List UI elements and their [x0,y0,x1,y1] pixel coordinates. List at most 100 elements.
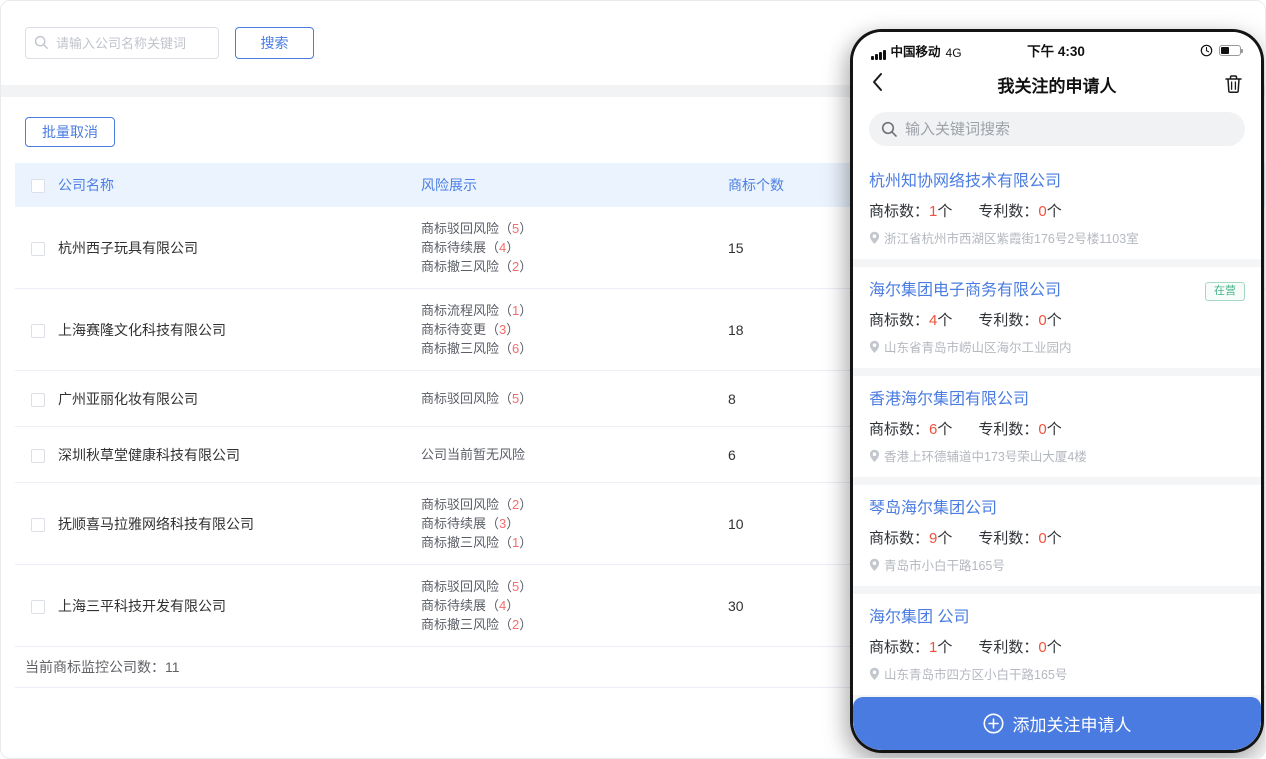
risk-paren: ） [519,617,532,632]
company-name: 深圳秋草堂健康科技有限公司 [58,427,421,483]
risk-label: 商标撤三风险 [421,259,499,274]
risk-line: 公司当前暂无风险 [421,445,728,464]
applicant-name[interactable]: 杭州知协网络技术有限公司 [869,171,1061,193]
row-checkbox[interactable] [31,324,45,338]
applicant-card-top: 海尔集团电子商务有限公司在营 [869,280,1245,302]
address-text: 青岛市小白干路165号 [884,555,1005,574]
applicant-name[interactable]: 海尔集团电子商务有限公司 [869,280,1061,302]
risk-paren: ） [506,322,519,337]
risk-line: 商标待续展（3） [421,514,728,533]
count-unit: 个 [937,530,952,547]
location-pin-icon [869,558,880,572]
trademark-count-label: 商标数： [869,421,929,438]
trademark-count-group: 商标数：6个 [869,421,952,438]
risk-line: 商标驳回风险（2） [421,495,728,514]
risk-line: 商标待续展（4） [421,238,728,257]
risk-label: 商标待续展 [421,598,486,613]
trademark-count-group: 商标数：4个 [869,312,952,329]
applicant-card[interactable]: 杭州知协网络技术有限公司商标数：1个专利数：0个浙江省杭州市西湖区紫霞街176号… [853,158,1261,259]
applicant-card[interactable]: 海尔集团 公司商标数：1个 专利数：0个山东青岛市四方区小白干路165号 [853,594,1261,695]
risk-label: 商标待续展 [421,516,486,531]
row-checkbox-cell [15,289,58,371]
applicant-list: 杭州知协网络技术有限公司商标数：1个专利数：0个浙江省杭州市西湖区紫霞街176号… [853,158,1261,750]
risk-paren: ） [506,598,519,613]
counts-line: 商标数：1个专利数：0个 [869,200,1245,221]
row-checkbox[interactable] [31,518,45,532]
network-label: 4G [946,46,962,60]
risk-display-cell: 商标驳回风险（2）商标待续展（3）商标撤三风险（1） [421,483,728,565]
risk-paren: ） [519,391,532,406]
phone-screen: 中国移动 4G 下午 4:30 我关注的申请人 [853,32,1261,750]
applicant-name[interactable]: 琴岛海尔集团公司 [869,498,997,520]
trademark-count-label: 商标数： [869,639,929,656]
row-checkbox[interactable] [31,600,45,614]
risk-label: 商标待变更 [421,322,486,337]
delete-button[interactable] [1203,74,1243,94]
risk-paren: ） [519,579,532,594]
patent-count-group: 专利数：0个 [978,203,1061,220]
select-all-checkbox[interactable] [31,179,45,193]
row-checkbox[interactable] [31,242,45,256]
applicant-card[interactable]: 琴岛海尔集团公司商标数：9个专利数：0个青岛市小白干路165号 [853,485,1261,586]
risk-display-cell: 商标驳回风险（5）商标待续展（4）商标撤三风险（2） [421,565,728,647]
address-text: 山东省青岛市崂山区海尔工业园内 [884,337,1072,356]
risk-paren: （ [499,497,512,512]
count-unit: 个 [937,421,952,438]
patent-count-value: 0 [1038,421,1046,438]
risk-paren: ） [506,516,519,531]
count-unit: 个 [1047,421,1062,438]
add-applicant-button[interactable]: 添加关注申请人 [853,697,1261,750]
patent-count-group: 专利数：0个 [978,312,1061,329]
address-text: 浙江省杭州市西湖区紫霞街176号2号楼1103室 [884,228,1139,247]
company-name: 杭州西子玩具有限公司 [58,207,421,289]
risk-line: 商标待续展（4） [421,596,728,615]
phone-search-input[interactable] [905,121,1233,138]
risk-paren: （ [499,617,512,632]
patent-count-label: 专利数： [978,530,1038,547]
address-line: 山东省青岛市崂山区海尔工业园内 [869,337,1245,356]
signal-strength-icon [871,50,886,60]
applicant-card[interactable]: 香港海尔集团有限公司商标数：6个专利数：0个香港上环德辅道中173号荣山大厦4楼 [853,376,1261,477]
column-header-risk: 风险展示 [421,163,728,207]
risk-display-cell: 公司当前暂无风险 [421,427,728,483]
row-checkbox[interactable] [31,449,45,463]
risk-line: 商标驳回风险（5） [421,577,728,596]
risk-label: 商标驳回风险 [421,391,499,406]
risk-label: 公司当前暂无风险 [421,447,525,462]
counts-line: 商标数：4个 专利数：0个 [869,309,1245,330]
phone-search-box [869,112,1245,146]
location-pin-icon [869,667,880,681]
company-name: 抚顺喜马拉雅网络科技有限公司 [58,483,421,565]
nav-bar: 我关注的申请人 [853,62,1261,106]
company-search-input[interactable] [25,27,219,59]
risk-line: 商标撤三风险（2） [421,257,728,276]
row-checkbox-cell [15,483,58,565]
risk-label: 商标驳回风险 [421,579,499,594]
count-unit: 个 [937,312,952,329]
trademark-count-group: 商标数：1个 [869,639,952,656]
risk-paren: （ [499,579,512,594]
risk-display-cell: 商标流程风险（1）商标待变更（3）商标撤三风险（6） [421,289,728,371]
search-button[interactable]: 搜索 [235,27,314,59]
address-line: 山东青岛市四方区小白干路165号 [869,664,1245,683]
risk-label: 商标驳回风险 [421,497,499,512]
batch-cancel-button[interactable]: 批量取消 [25,117,115,147]
risk-label: 商标撤三风险 [421,535,499,550]
row-checkbox[interactable] [31,393,45,407]
applicant-name[interactable]: 香港海尔集团有限公司 [869,389,1029,411]
trademark-count-group: 商标数：9个 [869,530,952,547]
patent-count-label: 专利数： [978,312,1038,329]
risk-paren: （ [499,535,512,550]
location-pin-icon [869,449,880,463]
applicant-card[interactable]: 海尔集团电子商务有限公司在营商标数：4个 专利数：0个山东省青岛市崂山区海尔工业园… [853,267,1261,368]
column-header-company-name: 公司名称 [58,163,421,207]
counts-line: 商标数：9个专利数：0个 [869,527,1245,548]
counts-line: 商标数：1个 专利数：0个 [869,636,1245,657]
back-button[interactable] [871,72,911,97]
trash-icon [1224,74,1243,94]
plus-circle-icon [983,713,1004,734]
patent-count-group: 专利数：0个 [978,639,1061,656]
row-checkbox-cell [15,565,58,647]
applicant-name[interactable]: 海尔集团 公司 [869,607,969,629]
search-icon [34,35,49,50]
